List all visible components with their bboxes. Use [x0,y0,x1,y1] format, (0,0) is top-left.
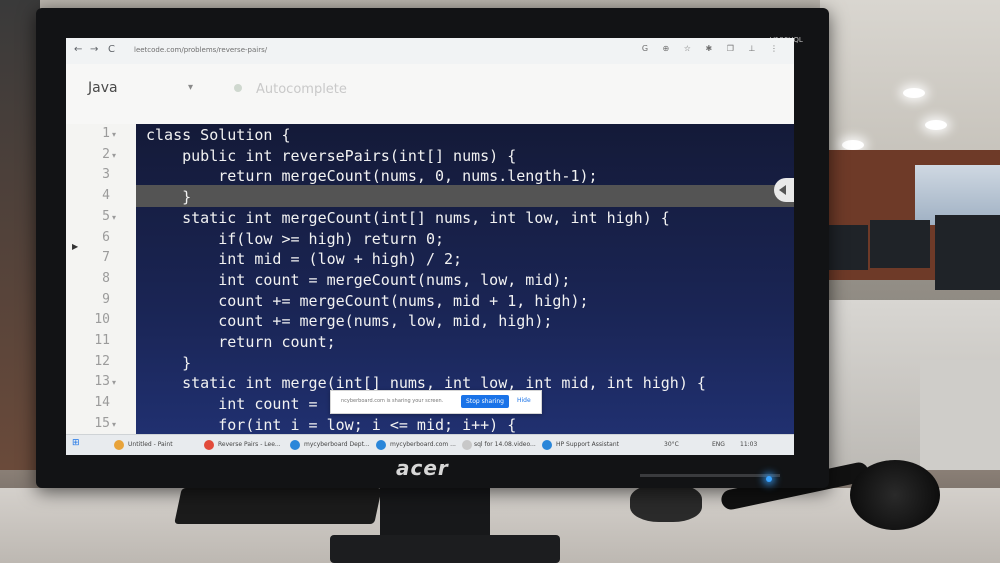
weather-readout[interactable]: 30°C [664,441,679,448]
line-number: 10 [94,312,110,328]
clock[interactable]: 11:03 [740,441,757,448]
taskbar: ⊞ Untitled - Paint Reverse Pairs - Lee..… [66,434,794,455]
line-number: 11 [94,333,110,348]
language-select[interactable]: Java [88,80,118,96]
active-line-highlight [136,185,794,207]
browser-app-icon[interactable] [290,440,300,450]
line-number: 2 [102,146,110,162]
autocomplete-label[interactable]: Autocomplete [256,82,347,97]
microphone-head [850,460,940,530]
editor-header: Java ▾ Autocomplete [66,64,794,124]
code-line[interactable]: int count = mergeCount(nums, low, mid); [146,271,570,289]
code-line[interactable]: if(low >= high) return 0; [146,230,444,248]
forward-icon[interactable]: → [90,44,98,55]
background-monitor [870,220,930,268]
chevron-down-icon[interactable]: ▾ [188,82,193,93]
code-line[interactable]: int mid = (low + high) / 2; [146,250,462,268]
fold-chevron-icon[interactable]: ▾ [112,378,116,387]
line-number: 9 [102,291,110,307]
screen-share-notification: ncyberboard.com is sharing your screen. … [330,390,542,414]
power-led [766,476,772,482]
keyboard [174,488,382,524]
browser-app-icon[interactable] [376,440,386,450]
reload-icon[interactable]: C [108,44,115,55]
taskbar-item[interactable]: Untitled - Paint [128,441,173,448]
mouse [630,484,702,522]
hp-support-icon[interactable] [542,440,552,450]
autocomplete-toggle-icon[interactable] [234,84,242,92]
line-number: 4 [102,188,110,204]
ceiling-light [842,140,864,150]
hide-link[interactable]: Hide [517,397,531,404]
paint-app-icon[interactable] [114,440,124,450]
line-number: 12 [94,353,110,369]
left-wall [0,0,40,470]
code-line[interactable]: count += merge(nums, low, mid, high); [146,312,552,330]
line-number: 13 [94,374,110,390]
chrome-icon[interactable] [204,440,214,450]
notification-text: ncyberboard.com is sharing your screen. [341,398,444,404]
line-number: 8 [102,270,110,286]
taskbar-item[interactable]: mycyberboard.com ... [390,441,456,448]
file-app-icon[interactable] [462,440,472,450]
language-indicator[interactable]: ENG [712,441,725,448]
code-line[interactable]: static int mergeCount(int[] nums, int lo… [146,209,670,227]
extension-icons[interactable]: G ⊕ ☆ ✱ ❐ ⊥ ⋮ [642,44,784,53]
line-number: 6 [102,229,110,245]
line-number: 5 [102,208,110,224]
collapse-panel-handle[interactable] [774,178,794,202]
line-number: 7 [102,250,110,266]
code-line[interactable]: return count; [146,333,335,351]
line-number: 14 [94,395,110,411]
fold-chevron-icon[interactable]: ▾ [112,151,116,160]
code-line[interactable]: public int reversePairs(int[] nums) { [146,147,516,165]
line-number: 15 [94,415,110,431]
line-number: 3 [102,167,110,183]
monitor-brand: acer [396,456,449,480]
code-line[interactable]: } [146,354,191,372]
code-line[interactable]: count += mergeCount(nums, mid + 1, high)… [146,292,588,310]
fold-chevron-icon[interactable]: ▾ [112,420,116,429]
fold-chevron-icon[interactable]: ▾ [112,213,116,222]
background-monitor [935,215,1000,290]
browser-toolbar: ← → C leetcode.com/problems/reverse-pair… [66,38,794,65]
stop-sharing-button[interactable]: Stop sharing [461,395,509,408]
line-number: 1 [102,126,110,141]
code-line[interactable]: class Solution { [146,126,291,144]
monitor-base [330,535,560,563]
fold-chevron-icon[interactable]: ▾ [112,130,116,139]
code-line[interactable]: return mergeCount(nums, 0, nums.length-1… [146,167,597,185]
code-line[interactable]: for(int i = low; i <= mid; i++) { [146,416,516,434]
screen: ← → C leetcode.com/problems/reverse-pair… [66,38,794,455]
address-bar[interactable]: leetcode.com/problems/reverse-pairs/ [134,44,694,57]
bezel-strip [640,474,780,477]
back-icon[interactable]: ← [74,44,82,55]
taskbar-item[interactable]: HP Support Assistant [556,441,619,448]
ceiling-light [925,120,947,130]
taskbar-item[interactable]: mycyberboard Dept... [304,441,370,448]
windows-start-icon[interactable]: ⊞ [72,438,80,448]
code-line[interactable]: int count = [146,395,327,413]
taskbar-item[interactable]: Reverse Pairs - Lee... [218,441,281,448]
background-monitor [828,225,868,270]
taskbar-item[interactable]: sql for 14.08.video... [474,441,536,448]
code-line[interactable]: } [146,188,191,206]
code-line[interactable]: static int merge(int[] nums, int low, in… [146,374,706,392]
ceiling-light [903,88,925,98]
